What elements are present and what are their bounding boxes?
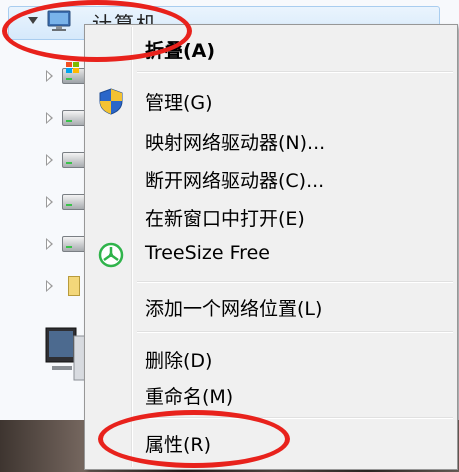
menu-item-label: 重命名(M) — [145, 386, 234, 408]
annotation-ellipse — [2, 0, 192, 62]
tree-item-drive[interactable] — [40, 232, 88, 258]
menu-item-treesize[interactable]: TreeSize Free — [87, 237, 455, 273]
menu-separator — [137, 71, 453, 73]
tree-item-drive[interactable] — [40, 148, 88, 174]
tree-item-drive[interactable] — [40, 106, 88, 132]
menu-item-label: 在新窗口中打开(E) — [145, 208, 305, 230]
menu-separator — [137, 281, 453, 283]
uac-shield-icon — [99, 88, 123, 115]
collapsed-arrow-icon[interactable] — [46, 112, 53, 124]
menu-separator — [137, 331, 453, 333]
windows-logo-icon — [66, 62, 79, 73]
collapsed-arrow-icon[interactable] — [46, 238, 53, 250]
collapsed-arrow-icon[interactable] — [46, 280, 53, 292]
treesize-icon — [98, 242, 124, 268]
tree-item-drive[interactable] — [40, 190, 88, 216]
usb-drive-icon — [68, 276, 80, 296]
collapsed-arrow-icon[interactable] — [46, 154, 53, 166]
menu-item-label: 添加一个网络位置(L) — [145, 298, 323, 320]
context-menu: 折叠(A) 管理(G) 映射网络驱动器(N)... 断开网络驱动器(C)... … — [84, 24, 458, 470]
menu-item-disconnect-network-drive[interactable]: 断开网络驱动器(C)... — [87, 161, 455, 197]
annotation-ellipse — [98, 410, 290, 468]
menu-item-rename[interactable]: 重命名(M) — [87, 377, 455, 413]
menu-item-label: 管理(G) — [145, 92, 213, 114]
menu-item-manage[interactable]: 管理(G) — [87, 83, 455, 119]
menu-item-add-network-location[interactable]: 添加一个网络位置(L) — [87, 289, 455, 325]
tree-item-drive[interactable] — [40, 62, 88, 90]
menu-item-open-new-window[interactable]: 在新窗口中打开(E) — [87, 199, 455, 235]
collapsed-arrow-icon[interactable] — [46, 70, 53, 82]
menu-item-map-network-drive[interactable]: 映射网络驱动器(N)... — [87, 123, 455, 159]
menu-item-label: 映射网络驱动器(N)... — [145, 132, 326, 154]
network-computer-icon — [45, 327, 87, 381]
menu-item-label: TreeSize Free — [145, 242, 270, 264]
menu-item-label: 断开网络驱动器(C)... — [145, 170, 325, 192]
menu-item-delete[interactable]: 删除(D) — [87, 341, 455, 377]
tree-item-usb-drive[interactable] — [40, 274, 84, 300]
collapsed-arrow-icon[interactable] — [46, 196, 53, 208]
menu-item-label: 删除(D) — [145, 350, 213, 372]
